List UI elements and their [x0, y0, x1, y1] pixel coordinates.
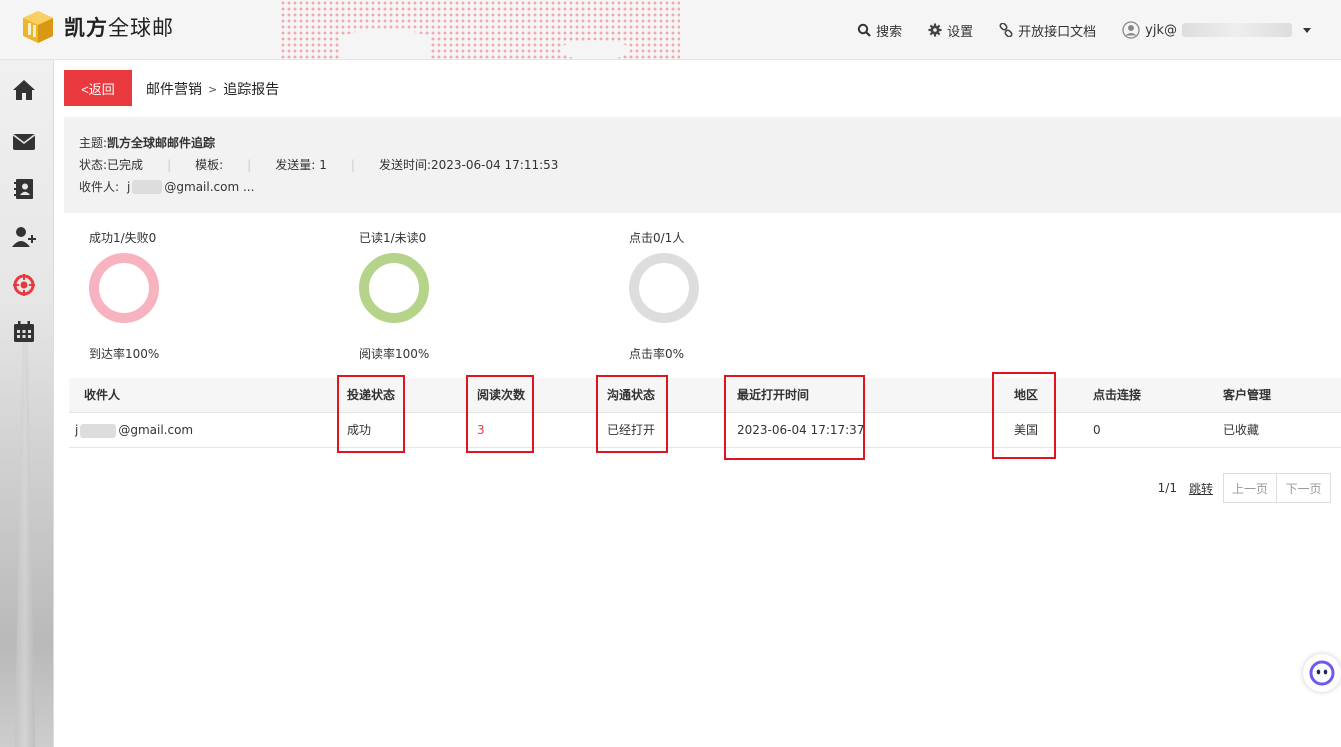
- recipient-row: 收件人: j @gmail.com ...: [79, 176, 1326, 198]
- chat-assistant-button[interactable]: [1303, 654, 1341, 692]
- breadcrumb-current: 追踪报告: [223, 82, 280, 98]
- search-icon: [857, 23, 871, 37]
- stat-read: 已读1/未读0 阅读率100%: [359, 231, 430, 361]
- redacted-username: [1182, 23, 1292, 37]
- sidebar: [0, 60, 54, 747]
- row-customer[interactable]: 已收藏: [1223, 413, 1259, 448]
- sidebar-item-home[interactable]: [12, 78, 36, 102]
- breadcrumb: 邮件营销 > 追踪报告: [146, 79, 279, 99]
- delivery-ring: [89, 253, 159, 323]
- logo[interactable]: 凯方全球邮: [20, 9, 174, 45]
- pagination: 1/1 跳转 上一页 下一页: [1158, 473, 1331, 503]
- campaign-info-panel: 主题: 凯方全球邮邮件追踪 状态: 已完成 | 模板: | 发送量: 1 | 发…: [64, 117, 1341, 213]
- row-delivery: 成功: [347, 423, 372, 437]
- add-user-icon: [12, 227, 36, 247]
- row-recipient[interactable]: j @gmail.com: [75, 413, 193, 448]
- col-last-open: 最近打开时间: [737, 388, 810, 402]
- user-avatar-icon: [1122, 21, 1140, 39]
- chevron-down-icon: [1303, 27, 1311, 33]
- col-customer: 客户管理: [1223, 388, 1272, 402]
- link-icon: [999, 23, 1013, 37]
- click-ring: [629, 253, 699, 323]
- row-last-open: 2023-06-04 17:17:37: [737, 423, 865, 437]
- row-region: 美国: [1014, 423, 1039, 437]
- nav-search[interactable]: 搜索: [857, 21, 902, 40]
- sidebar-item-add-user[interactable]: [12, 225, 36, 249]
- redacted-email: [132, 180, 163, 194]
- breadcrumb-separator: >: [208, 82, 218, 96]
- read-ring: [359, 253, 429, 323]
- address-book-icon: [14, 179, 33, 199]
- table-header: 收件人 投递状态 阅读次数 沟通状态 最近打开时间 地区 点击连接 客户管理: [69, 378, 1341, 413]
- logo-text: 凯方全球邮: [64, 16, 174, 40]
- recipient-value: @gmail.com ...: [164, 180, 255, 194]
- back-button[interactable]: <返回: [64, 70, 132, 106]
- nav-settings[interactable]: 设置: [928, 21, 973, 40]
- breadcrumb-parent[interactable]: 邮件营销: [146, 79, 202, 99]
- gear-icon: [928, 23, 942, 37]
- sidebar-item-contacts[interactable]: [12, 177, 36, 201]
- col-reads: 阅读次数: [477, 388, 526, 402]
- assistant-icon: [1309, 660, 1335, 686]
- nav-api-docs[interactable]: 开放接口文档: [999, 21, 1096, 40]
- col-comm: 沟通状态: [607, 388, 656, 402]
- subject-row: 主题: 凯方全球邮邮件追踪: [79, 132, 1326, 154]
- logo-icon: [20, 9, 56, 45]
- col-clicks: 点击连接: [1093, 388, 1142, 402]
- status-value: 已完成: [107, 158, 144, 172]
- sidebar-item-tracking[interactable]: [12, 273, 36, 297]
- col-region: 地区: [1014, 388, 1039, 402]
- col-recipient: 收件人: [84, 388, 121, 402]
- sent-count-value: 1: [319, 158, 327, 172]
- user-menu[interactable]: yjk@: [1122, 21, 1311, 39]
- meta-row: 状态: 已完成 | 模板: | 发送量: 1 | 发送时间: 2023-06-0…: [79, 154, 1326, 176]
- sidebar-background-image: [14, 340, 36, 747]
- sidebar-item-calendar[interactable]: [12, 320, 36, 344]
- jump-link[interactable]: 跳转: [1189, 480, 1213, 497]
- top-header: 凯方全球邮 搜索 设置 开放接口文档 yjk@: [0, 0, 1341, 60]
- calendar-icon: [14, 321, 34, 342]
- next-page-button[interactable]: 下一页: [1277, 473, 1331, 503]
- stat-click: 点击0/1人 点击率0%: [629, 229, 769, 364]
- table-row[interactable]: j @gmail.com 成功 3 已经打开 2023-06-04 17:17:3…: [69, 413, 1341, 448]
- sent-time-value: 2023-06-04 17:11:53: [430, 158, 559, 172]
- sidebar-item-mail[interactable]: [12, 130, 36, 154]
- row-reads[interactable]: 3: [477, 413, 485, 448]
- prev-page-button[interactable]: 上一页: [1223, 473, 1277, 503]
- col-delivery: 投递状态: [347, 388, 396, 402]
- mail-icon: [13, 134, 35, 150]
- header-nav: 搜索 设置 开放接口文档 yjk@: [857, 0, 1311, 59]
- page-indicator: 1/1: [1157, 481, 1177, 495]
- tracking-table: 收件人 投递状态 阅读次数 沟通状态 最近打开时间 地区 点击连接 客户管理 j…: [69, 372, 1341, 460]
- redacted-email: [80, 423, 117, 438]
- stat-delivery: 成功1/失败0 到达率100%: [89, 231, 160, 361]
- row-clicks: 0: [1093, 423, 1101, 437]
- subject-value: 凯方全球邮邮件追踪: [107, 136, 216, 150]
- home-icon: [13, 80, 35, 100]
- row-comm: 已经打开: [607, 423, 656, 437]
- main-content: <返回 邮件营销 > 追踪报告 主题: 凯方全球邮邮件追踪 状态: 已完成 | …: [54, 60, 1341, 747]
- target-icon: [13, 274, 35, 296]
